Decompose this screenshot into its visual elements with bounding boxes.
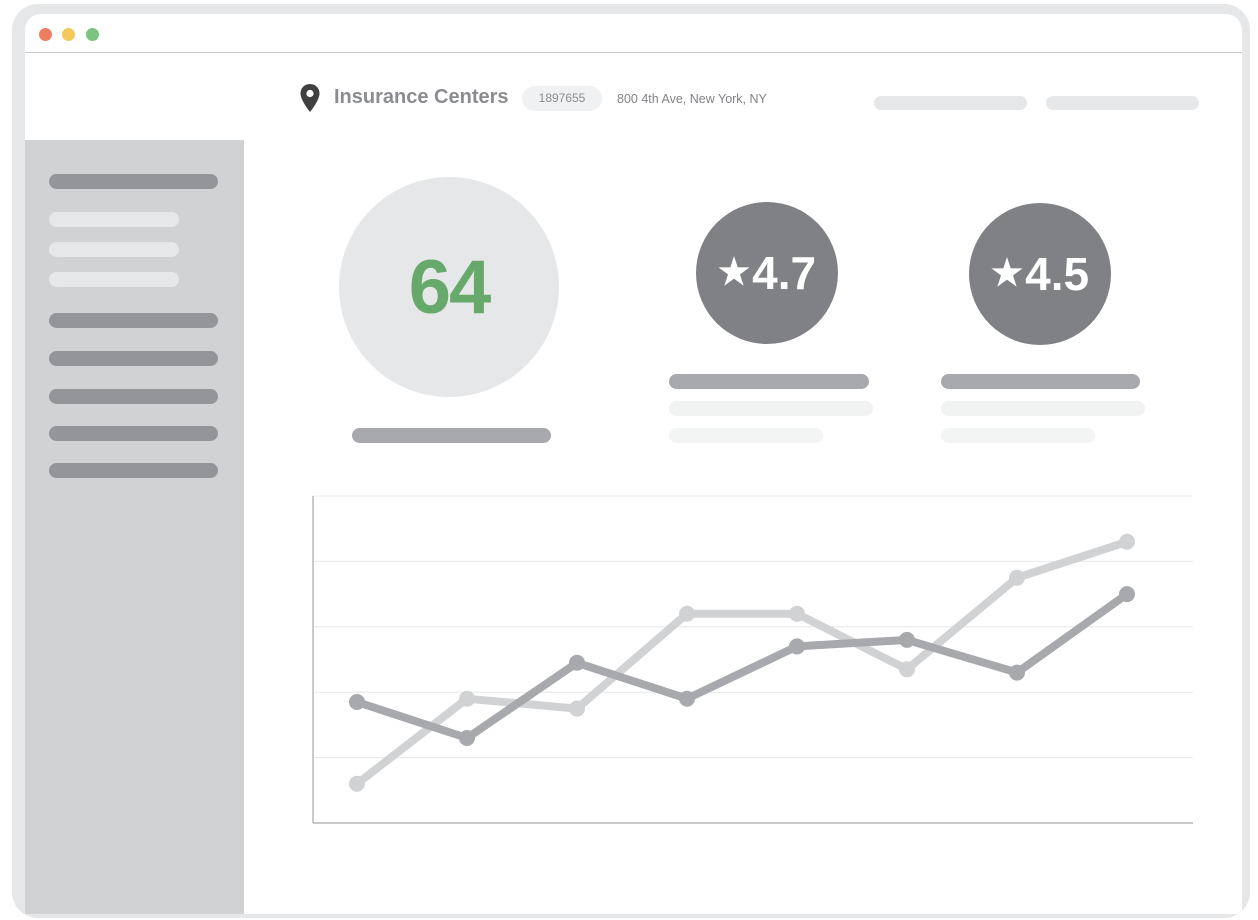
rating-badge-2: ★ 4.5 <box>969 203 1111 345</box>
rating-2-label-placeholder <box>941 374 1140 389</box>
sidebar-subitem-placeholder[interactable] <box>49 272 179 287</box>
sidebar-item-placeholder[interactable] <box>49 313 218 328</box>
data-point <box>899 661 915 678</box>
data-point <box>459 729 475 746</box>
close-window-button[interactable] <box>39 28 52 41</box>
data-point <box>459 690 475 707</box>
data-point <box>1119 586 1135 603</box>
star-icon: ★ <box>990 252 1024 293</box>
data-point <box>1009 664 1025 681</box>
data-point <box>1009 569 1025 586</box>
location-header: Insurance Centers 1897655 800 4th Ave, N… <box>25 53 1242 139</box>
rating-value: 4.5 <box>1025 248 1090 300</box>
line-chart <box>312 495 1193 824</box>
sidebar-subitem-placeholder[interactable] <box>49 242 179 257</box>
rating-2-text-placeholder <box>941 401 1145 416</box>
sidebar-item-placeholder[interactable] <box>49 463 218 478</box>
data-point <box>569 654 585 671</box>
device-frame: Insurance Centers 1897655 800 4th Ave, N… <box>12 4 1250 918</box>
sidebar-item-placeholder[interactable] <box>49 426 218 441</box>
score-circle: 64 <box>339 177 559 397</box>
data-point <box>349 694 365 711</box>
title-bar <box>25 14 1242 53</box>
header-placeholder-bar-2 <box>1046 96 1199 110</box>
header-placeholder-bar-1 <box>874 96 1027 110</box>
rating-1-text-placeholder <box>669 401 873 416</box>
rating-2-text-placeholder <box>941 428 1095 443</box>
data-point <box>789 605 805 622</box>
sidebar <box>25 140 244 914</box>
data-point <box>899 631 915 648</box>
rating-1-text-placeholder <box>669 428 823 443</box>
rating-badge-1: ★ 4.7 <box>696 202 838 344</box>
sidebar-item-placeholder[interactable] <box>49 174 218 189</box>
sidebar-item-placeholder[interactable] <box>49 389 218 404</box>
score-label-placeholder <box>352 428 551 443</box>
star-icon: ★ <box>717 251 751 292</box>
location-address: 800 4th Ave, New York, NY <box>617 92 767 106</box>
data-point <box>1119 533 1135 550</box>
location-id-badge: 1897655 <box>522 86 602 111</box>
map-pin-icon <box>299 83 321 118</box>
app-window: Insurance Centers 1897655 800 4th Ave, N… <box>25 14 1242 914</box>
page-title: Insurance Centers <box>334 86 509 108</box>
sidebar-item-placeholder[interactable] <box>49 351 218 366</box>
rating-1-label-placeholder <box>669 374 869 389</box>
data-point <box>679 605 695 622</box>
data-point <box>349 775 365 792</box>
data-point <box>679 690 695 707</box>
data-point <box>789 638 805 655</box>
maximize-window-button[interactable] <box>86 28 99 41</box>
sidebar-subitem-placeholder[interactable] <box>49 212 179 227</box>
data-point <box>569 700 585 717</box>
rating-value: 4.7 <box>752 247 817 299</box>
minimize-window-button[interactable] <box>62 28 75 41</box>
